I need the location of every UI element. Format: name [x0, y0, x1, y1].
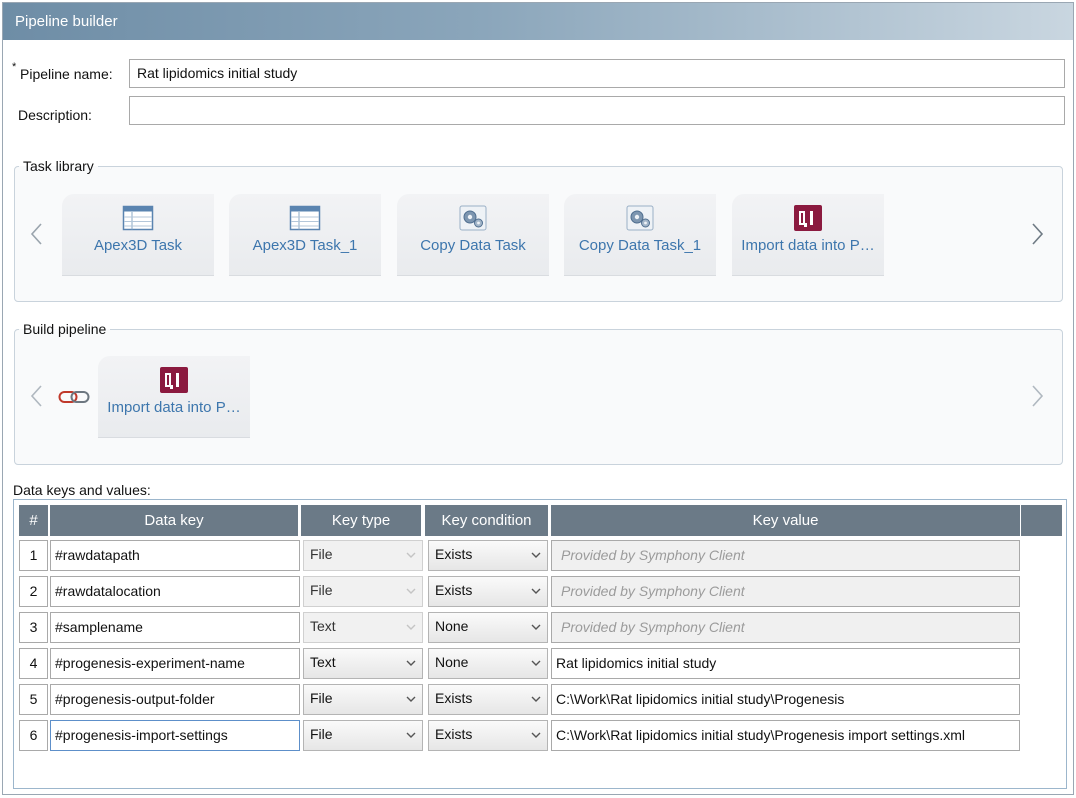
column-header-key-type: Key type [301, 505, 421, 536]
key-condition-value: None [435, 618, 469, 634]
key-condition-select[interactable]: None [428, 612, 548, 643]
task-tile-apex3d-1[interactable]: Apex3D Task_1 [229, 194, 381, 276]
key-condition-value: None [435, 654, 469, 670]
task-tile-label: Copy Data Task_1 [578, 237, 702, 254]
chevron-down-icon [406, 624, 416, 630]
key-condition-value: Exists [435, 546, 473, 562]
link-icon [58, 391, 90, 403]
window-title: Pipeline builder [3, 3, 1073, 40]
pipeline-name-label: Pipeline name: [20, 66, 113, 82]
key-condition-select[interactable]: Exists [428, 576, 548, 607]
key-type-value: File [310, 582, 333, 598]
task-library-legend: Task library [23, 158, 94, 174]
key-value-input: Provided by Symphony Client [551, 576, 1020, 607]
gears-icon [459, 205, 487, 231]
data-key-input[interactable]: #progenesis-import-settings [50, 720, 300, 751]
row-number: 2 [19, 576, 48, 607]
chevron-down-icon [406, 660, 416, 666]
key-value-input[interactable]: C:\Work\Rat lipidomics initial study\Pro… [551, 720, 1020, 751]
key-type-value: Text [310, 618, 336, 634]
chevron-down-icon [406, 732, 416, 738]
key-value-input: Provided by Symphony Client [551, 540, 1020, 571]
key-type-select[interactable]: File [303, 684, 423, 715]
key-type-select: File [303, 576, 423, 607]
data-key-input[interactable]: #rawdatapath [50, 540, 300, 571]
gears-icon [626, 205, 654, 231]
task-library-prev-arrow-icon[interactable] [29, 222, 45, 246]
task-tile-label: Apex3D Task [93, 237, 183, 254]
key-condition-select[interactable]: Exists [428, 720, 548, 751]
pipeline-tile-import-data[interactable]: Import data into P… [98, 356, 250, 438]
key-condition-value: Exists [435, 726, 473, 742]
key-condition-select[interactable]: Exists [428, 684, 548, 715]
table-icon [122, 205, 154, 231]
key-type-value: File [310, 546, 333, 562]
task-tile-label: Apex3D Task_1 [252, 237, 358, 254]
data-key-input[interactable]: #progenesis-experiment-name [50, 648, 300, 679]
key-condition-value: Exists [435, 582, 473, 598]
table-icon [289, 205, 321, 231]
task-tile-copy-data[interactable]: Copy Data Task [397, 194, 549, 276]
row-number: 4 [19, 648, 48, 679]
build-pipeline-legend: Build pipeline [23, 321, 107, 337]
column-header-key-value: Key value [551, 505, 1020, 536]
row-number: 5 [19, 684, 48, 715]
key-condition-value: Exists [435, 690, 473, 706]
row-number: 3 [19, 612, 48, 643]
description-input[interactable] [129, 96, 1065, 125]
column-header-spacer [1021, 505, 1062, 536]
build-pipeline-next-arrow-icon[interactable] [1029, 384, 1045, 408]
key-value-input[interactable]: C:\Work\Rat lipidomics initial study\Pro… [551, 684, 1020, 715]
key-type-select: File [303, 540, 423, 571]
key-type-select[interactable]: File [303, 720, 423, 751]
data-keys-title: Data keys and values: [13, 482, 151, 498]
chevron-down-icon [531, 624, 541, 630]
key-type-value: File [310, 690, 333, 706]
key-condition-select[interactable]: None [428, 648, 548, 679]
key-value-input[interactable]: Rat lipidomics initial study [551, 648, 1020, 679]
column-header-key-condition: Key condition [425, 505, 548, 536]
key-value-input: Provided by Symphony Client [551, 612, 1020, 643]
key-condition-select[interactable]: Exists [428, 540, 548, 571]
row-number: 1 [19, 540, 48, 571]
chevron-down-icon [531, 696, 541, 702]
task-library-next-arrow-icon[interactable] [1029, 222, 1045, 246]
qi-icon [160, 367, 188, 393]
chevron-down-icon [531, 732, 541, 738]
data-key-input[interactable]: #samplename [50, 612, 300, 643]
pipeline-tile-label: Import data into P… [107, 399, 241, 416]
chevron-down-icon [406, 588, 416, 594]
pipeline-name-input[interactable]: Rat lipidomics initial study [129, 59, 1065, 88]
column-header-number: # [19, 505, 48, 536]
task-tile-apex3d[interactable]: Apex3D Task [62, 194, 214, 276]
row-number: 6 [19, 720, 48, 751]
build-pipeline-prev-arrow-icon[interactable] [29, 384, 45, 408]
key-type-value: Text [310, 654, 336, 670]
description-label: Description: [18, 107, 92, 123]
column-header-data-key: Data key [50, 505, 298, 536]
data-keys-table: # Data key Key type Key condition Key va… [13, 499, 1067, 789]
task-tile-copy-data-1[interactable]: Copy Data Task_1 [564, 194, 716, 276]
chevron-down-icon [406, 696, 416, 702]
chevron-down-icon [531, 588, 541, 594]
qi-icon [794, 205, 822, 231]
data-key-input[interactable]: #rawdatalocation [50, 576, 300, 607]
chevron-down-icon [531, 660, 541, 666]
key-type-value: File [310, 726, 333, 742]
data-key-input[interactable]: #progenesis-output-folder [50, 684, 300, 715]
key-type-select[interactable]: Text [303, 648, 423, 679]
task-tile-import-data[interactable]: Import data into P… [732, 194, 884, 276]
task-tile-label: Import data into P… [741, 237, 875, 254]
chevron-down-icon [406, 552, 416, 558]
pipeline-builder-window: Pipeline builder * Pipeline name: Rat li… [2, 2, 1074, 795]
chevron-down-icon [531, 552, 541, 558]
task-tile-label: Copy Data Task [420, 237, 526, 254]
required-mark: * [12, 61, 17, 73]
key-type-select: Text [303, 612, 423, 643]
